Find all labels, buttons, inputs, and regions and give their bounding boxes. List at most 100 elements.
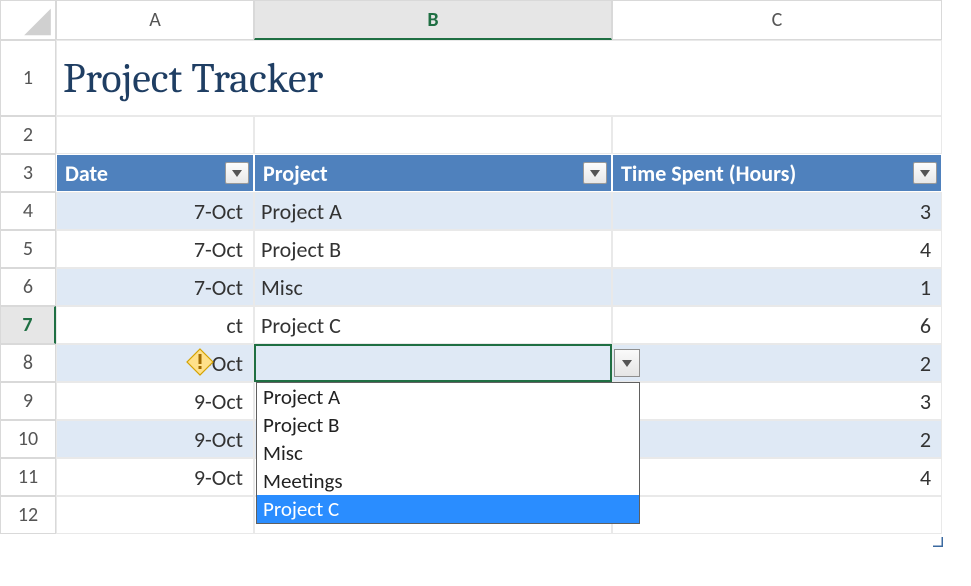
dropdown-option-label: Meetings xyxy=(263,468,343,494)
col-header-A[interactable]: A xyxy=(56,0,254,40)
cell-project[interactable]: Project B xyxy=(254,230,612,268)
row-header-label: 11 xyxy=(18,465,38,489)
title-text: Project Tracker xyxy=(63,54,323,103)
row-header-12[interactable]: 12 xyxy=(0,496,56,534)
dropdown-option-selected[interactable]: Project C xyxy=(257,495,639,523)
cell-date[interactable]: 9-Oct xyxy=(56,420,254,458)
cell-value: 9-Oct xyxy=(194,464,243,491)
row-header-9[interactable]: 9 xyxy=(0,382,56,420)
row-header-label: 3 xyxy=(23,161,33,185)
filter-button-date[interactable] xyxy=(225,162,249,184)
cell-value: 1 xyxy=(920,274,931,301)
col-header-B[interactable]: B xyxy=(254,0,612,40)
dropdown-option[interactable]: Meetings xyxy=(257,467,639,495)
row-header-4[interactable]: 4 xyxy=(0,192,56,230)
row-header-label: 8 xyxy=(23,351,33,375)
cell-value: 3 xyxy=(920,198,931,225)
cell-value: Project B xyxy=(261,236,341,263)
table-header-time[interactable]: Time Spent (Hours) xyxy=(612,154,942,192)
dropdown-option-label: Misc xyxy=(263,440,303,466)
filter-button-project[interactable] xyxy=(583,162,607,184)
cell-time[interactable]: 6 xyxy=(612,306,942,344)
cell-time[interactable]: 4 xyxy=(612,458,942,496)
row-header-label: 12 xyxy=(18,503,38,527)
cell-date[interactable]: 9-Oct xyxy=(56,458,254,496)
row-header-7[interactable]: 7 xyxy=(0,306,56,344)
row-header-8[interactable]: 8 xyxy=(0,344,56,382)
row-header-5[interactable]: 5 xyxy=(0,230,56,268)
table-header-project[interactable]: Project xyxy=(254,154,612,192)
row-header-3[interactable]: 3 xyxy=(0,154,56,192)
table-header-label: Date xyxy=(65,160,108,187)
cell-value: 7-Oct xyxy=(194,274,243,301)
dropdown-option-label: Project A xyxy=(263,384,340,410)
cell-A2[interactable] xyxy=(56,116,254,154)
cell-date[interactable]: 7-Oct xyxy=(56,192,254,230)
row-header-label: 7 xyxy=(22,313,32,337)
cell-value: 7-Oct xyxy=(194,236,243,263)
cell-date[interactable]: 8-Oct xyxy=(56,344,254,382)
cell-value: 2 xyxy=(920,426,931,453)
cell-value: Misc xyxy=(261,274,303,301)
dropdown-option-label: Project B xyxy=(263,412,339,438)
cell-value: ct xyxy=(226,312,243,339)
cell-value: 9-Oct xyxy=(194,388,243,415)
cell-date[interactable]: 7-Oct xyxy=(56,230,254,268)
data-validation-dropdown-button[interactable] xyxy=(614,349,640,377)
table-header-label: Project xyxy=(263,160,328,187)
row-header-6[interactable]: 6 xyxy=(0,268,56,306)
cell-value: 2 xyxy=(920,350,931,377)
cell-value: 3 xyxy=(920,388,931,415)
cell-value: 4 xyxy=(920,236,931,263)
cell-A12[interactable] xyxy=(56,496,254,534)
row-header-label: 9 xyxy=(23,389,33,413)
cell-B2[interactable] xyxy=(254,116,612,154)
row-header-label: 5 xyxy=(23,237,33,261)
row-header-label: 1 xyxy=(23,66,33,90)
dropdown-option[interactable]: Misc xyxy=(257,439,639,467)
col-header-label: B xyxy=(427,8,438,32)
cell-value: Project C xyxy=(261,312,341,339)
filter-button-time[interactable] xyxy=(913,162,937,184)
cell-time[interactable]: 2 xyxy=(612,420,942,458)
cell-value: 7-Oct xyxy=(194,198,243,225)
row-header-label: 4 xyxy=(23,199,33,223)
col-header-label: C xyxy=(772,8,783,32)
cell-date[interactable]: 9-Oct xyxy=(56,382,254,420)
row-header-label: 6 xyxy=(23,275,33,299)
row-header-label: 2 xyxy=(23,123,33,147)
dropdown-option[interactable]: Project A xyxy=(257,383,639,411)
dropdown-option[interactable]: Project B xyxy=(257,411,639,439)
table-header-label: Time Spent (Hours) xyxy=(621,160,796,187)
cell-time[interactable]: 1 xyxy=(612,268,942,306)
table-corner-handle[interactable] xyxy=(933,526,943,536)
cell-project[interactable] xyxy=(254,344,612,382)
col-header-label: A xyxy=(149,8,161,32)
error-indicator-icon[interactable] xyxy=(186,348,214,376)
cell-value: Project A xyxy=(261,198,342,225)
page-title[interactable]: Project Tracker xyxy=(56,40,942,116)
cell-project[interactable]: Project A xyxy=(254,192,612,230)
row-header-label: 10 xyxy=(18,427,38,451)
cell-date[interactable]: ct xyxy=(56,306,254,344)
cell-date[interactable]: 7-Oct xyxy=(56,268,254,306)
cell-C12[interactable] xyxy=(612,496,942,534)
cell-value: 6 xyxy=(920,312,931,339)
cell-time[interactable]: 4 xyxy=(612,230,942,268)
cell-time[interactable]: 3 xyxy=(612,192,942,230)
col-header-C[interactable]: C xyxy=(612,0,942,40)
table-header-date[interactable]: Date xyxy=(56,154,254,192)
cell-C2[interactable] xyxy=(612,116,942,154)
row-header-2[interactable]: 2 xyxy=(0,116,56,154)
dropdown-option-label: Project C xyxy=(263,496,339,522)
cell-project[interactable]: Misc xyxy=(254,268,612,306)
cell-value: 9-Oct xyxy=(194,426,243,453)
data-validation-dropdown-list[interactable]: Project A Project B Misc Meetings Projec… xyxy=(256,382,640,524)
cell-time[interactable]: 3 xyxy=(612,382,942,420)
cell-time[interactable]: 2 xyxy=(612,344,942,382)
select-all-corner[interactable] xyxy=(0,0,56,40)
row-header-10[interactable]: 10 xyxy=(0,420,56,458)
cell-project-active[interactable]: Project C xyxy=(254,306,612,344)
row-header-11[interactable]: 11 xyxy=(0,458,56,496)
row-header-1[interactable]: 1 xyxy=(0,40,56,116)
